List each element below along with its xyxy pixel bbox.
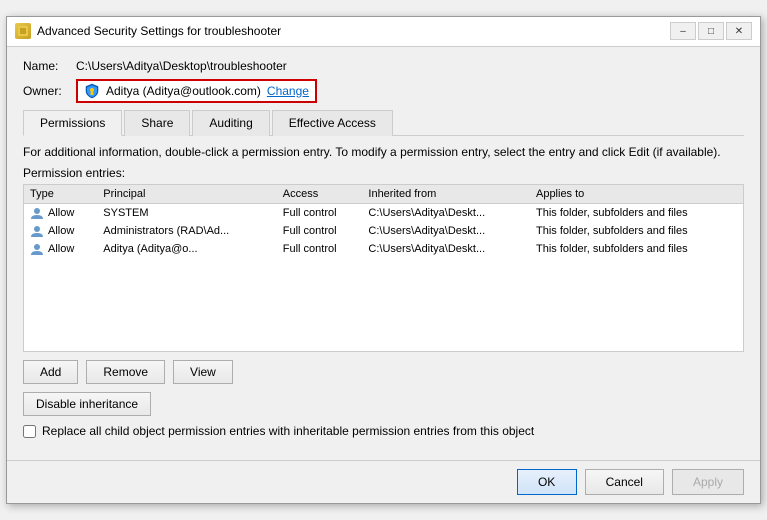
owner-label: Owner:: [23, 84, 68, 98]
ok-button[interactable]: OK: [517, 469, 577, 495]
col-type: Type: [24, 185, 97, 204]
permission-table-wrapper: Type Principal Access Inherited from App…: [23, 184, 744, 352]
title-bar-left: Advanced Security Settings for troublesh…: [15, 23, 281, 39]
user-icon: [30, 206, 44, 220]
shield-icon: [84, 83, 100, 99]
content-area: Name: C:\Users\Aditya\Desktop\troublesho…: [7, 47, 760, 461]
remove-button[interactable]: Remove: [86, 360, 165, 384]
cell-inherited: C:\Users\Aditya\Deskt...: [362, 240, 530, 258]
checkbox-row: Replace all child object permission entr…: [23, 424, 744, 438]
cell-applies: This folder, subfolders and files: [530, 240, 743, 258]
col-applies: Applies to: [530, 185, 743, 204]
cell-type: Allow: [24, 222, 97, 240]
tab-share[interactable]: Share: [124, 110, 190, 136]
cell-inherited: C:\Users\Aditya\Deskt...: [362, 204, 530, 223]
cancel-button[interactable]: Cancel: [585, 469, 664, 495]
col-access: Access: [277, 185, 363, 204]
owner-row: Owner: Aditya (Aditya@outlook.com) Chang…: [23, 79, 744, 103]
close-button[interactable]: ✕: [726, 22, 752, 40]
disable-inheritance-row: Disable inheritance: [23, 392, 744, 416]
change-link[interactable]: Change: [267, 84, 309, 98]
info-text: For additional information, double-click…: [23, 144, 744, 161]
table-row[interactable]: Allow Administrators (RAD\Ad... Full con…: [24, 222, 743, 240]
cell-principal: Administrators (RAD\Ad...: [97, 222, 277, 240]
cell-type: Allow: [24, 204, 97, 223]
table-row[interactable]: Allow Aditya (Aditya@o... Full control C…: [24, 240, 743, 258]
name-value: C:\Users\Aditya\Desktop\troubleshooter: [76, 59, 287, 73]
apply-button[interactable]: Apply: [672, 469, 744, 495]
table-row[interactable]: Allow SYSTEM Full control C:\Users\Adity…: [24, 204, 743, 223]
window-icon: [15, 23, 31, 39]
user-icon: [30, 224, 44, 238]
name-label: Name:: [23, 59, 68, 73]
checkbox-label: Replace all child object permission entr…: [42, 424, 534, 438]
action-buttons-row: Add Remove View: [23, 360, 744, 384]
title-bar: Advanced Security Settings for troublesh…: [7, 17, 760, 47]
cell-inherited: C:\Users\Aditya\Deskt...: [362, 222, 530, 240]
cell-access: Full control: [277, 240, 363, 258]
user-icon: [30, 242, 44, 256]
cell-principal: Aditya (Aditya@o...: [97, 240, 277, 258]
tab-permissions[interactable]: Permissions: [23, 110, 122, 136]
owner-box: Aditya (Aditya@outlook.com) Change: [76, 79, 317, 103]
cell-type: Allow: [24, 240, 97, 258]
view-button[interactable]: View: [173, 360, 233, 384]
tabs-bar: Permissions Share Auditing Effective Acc…: [23, 109, 744, 136]
inherit-checkbox[interactable]: [23, 425, 36, 438]
col-principal: Principal: [97, 185, 277, 204]
tab-auditing[interactable]: Auditing: [192, 110, 269, 136]
footer-buttons: OK Cancel Apply: [7, 460, 760, 503]
cell-principal: SYSTEM: [97, 204, 277, 223]
owner-value: Aditya (Aditya@outlook.com): [106, 84, 261, 98]
name-row: Name: C:\Users\Aditya\Desktop\troublesho…: [23, 59, 744, 73]
permission-entries-label: Permission entries:: [23, 166, 744, 180]
minimize-button[interactable]: –: [670, 22, 696, 40]
main-window: Advanced Security Settings for troublesh…: [6, 16, 761, 505]
add-button[interactable]: Add: [23, 360, 78, 384]
permission-table: Type Principal Access Inherited from App…: [24, 185, 743, 258]
cell-applies: This folder, subfolders and files: [530, 222, 743, 240]
col-inherited: Inherited from: [362, 185, 530, 204]
maximize-button[interactable]: □: [698, 22, 724, 40]
title-controls: – □ ✕: [670, 22, 752, 40]
window-title: Advanced Security Settings for troublesh…: [37, 24, 281, 38]
cell-access: Full control: [277, 204, 363, 223]
cell-access: Full control: [277, 222, 363, 240]
tab-effective-access[interactable]: Effective Access: [272, 110, 393, 136]
disable-inheritance-button[interactable]: Disable inheritance: [23, 392, 151, 416]
cell-applies: This folder, subfolders and files: [530, 204, 743, 223]
